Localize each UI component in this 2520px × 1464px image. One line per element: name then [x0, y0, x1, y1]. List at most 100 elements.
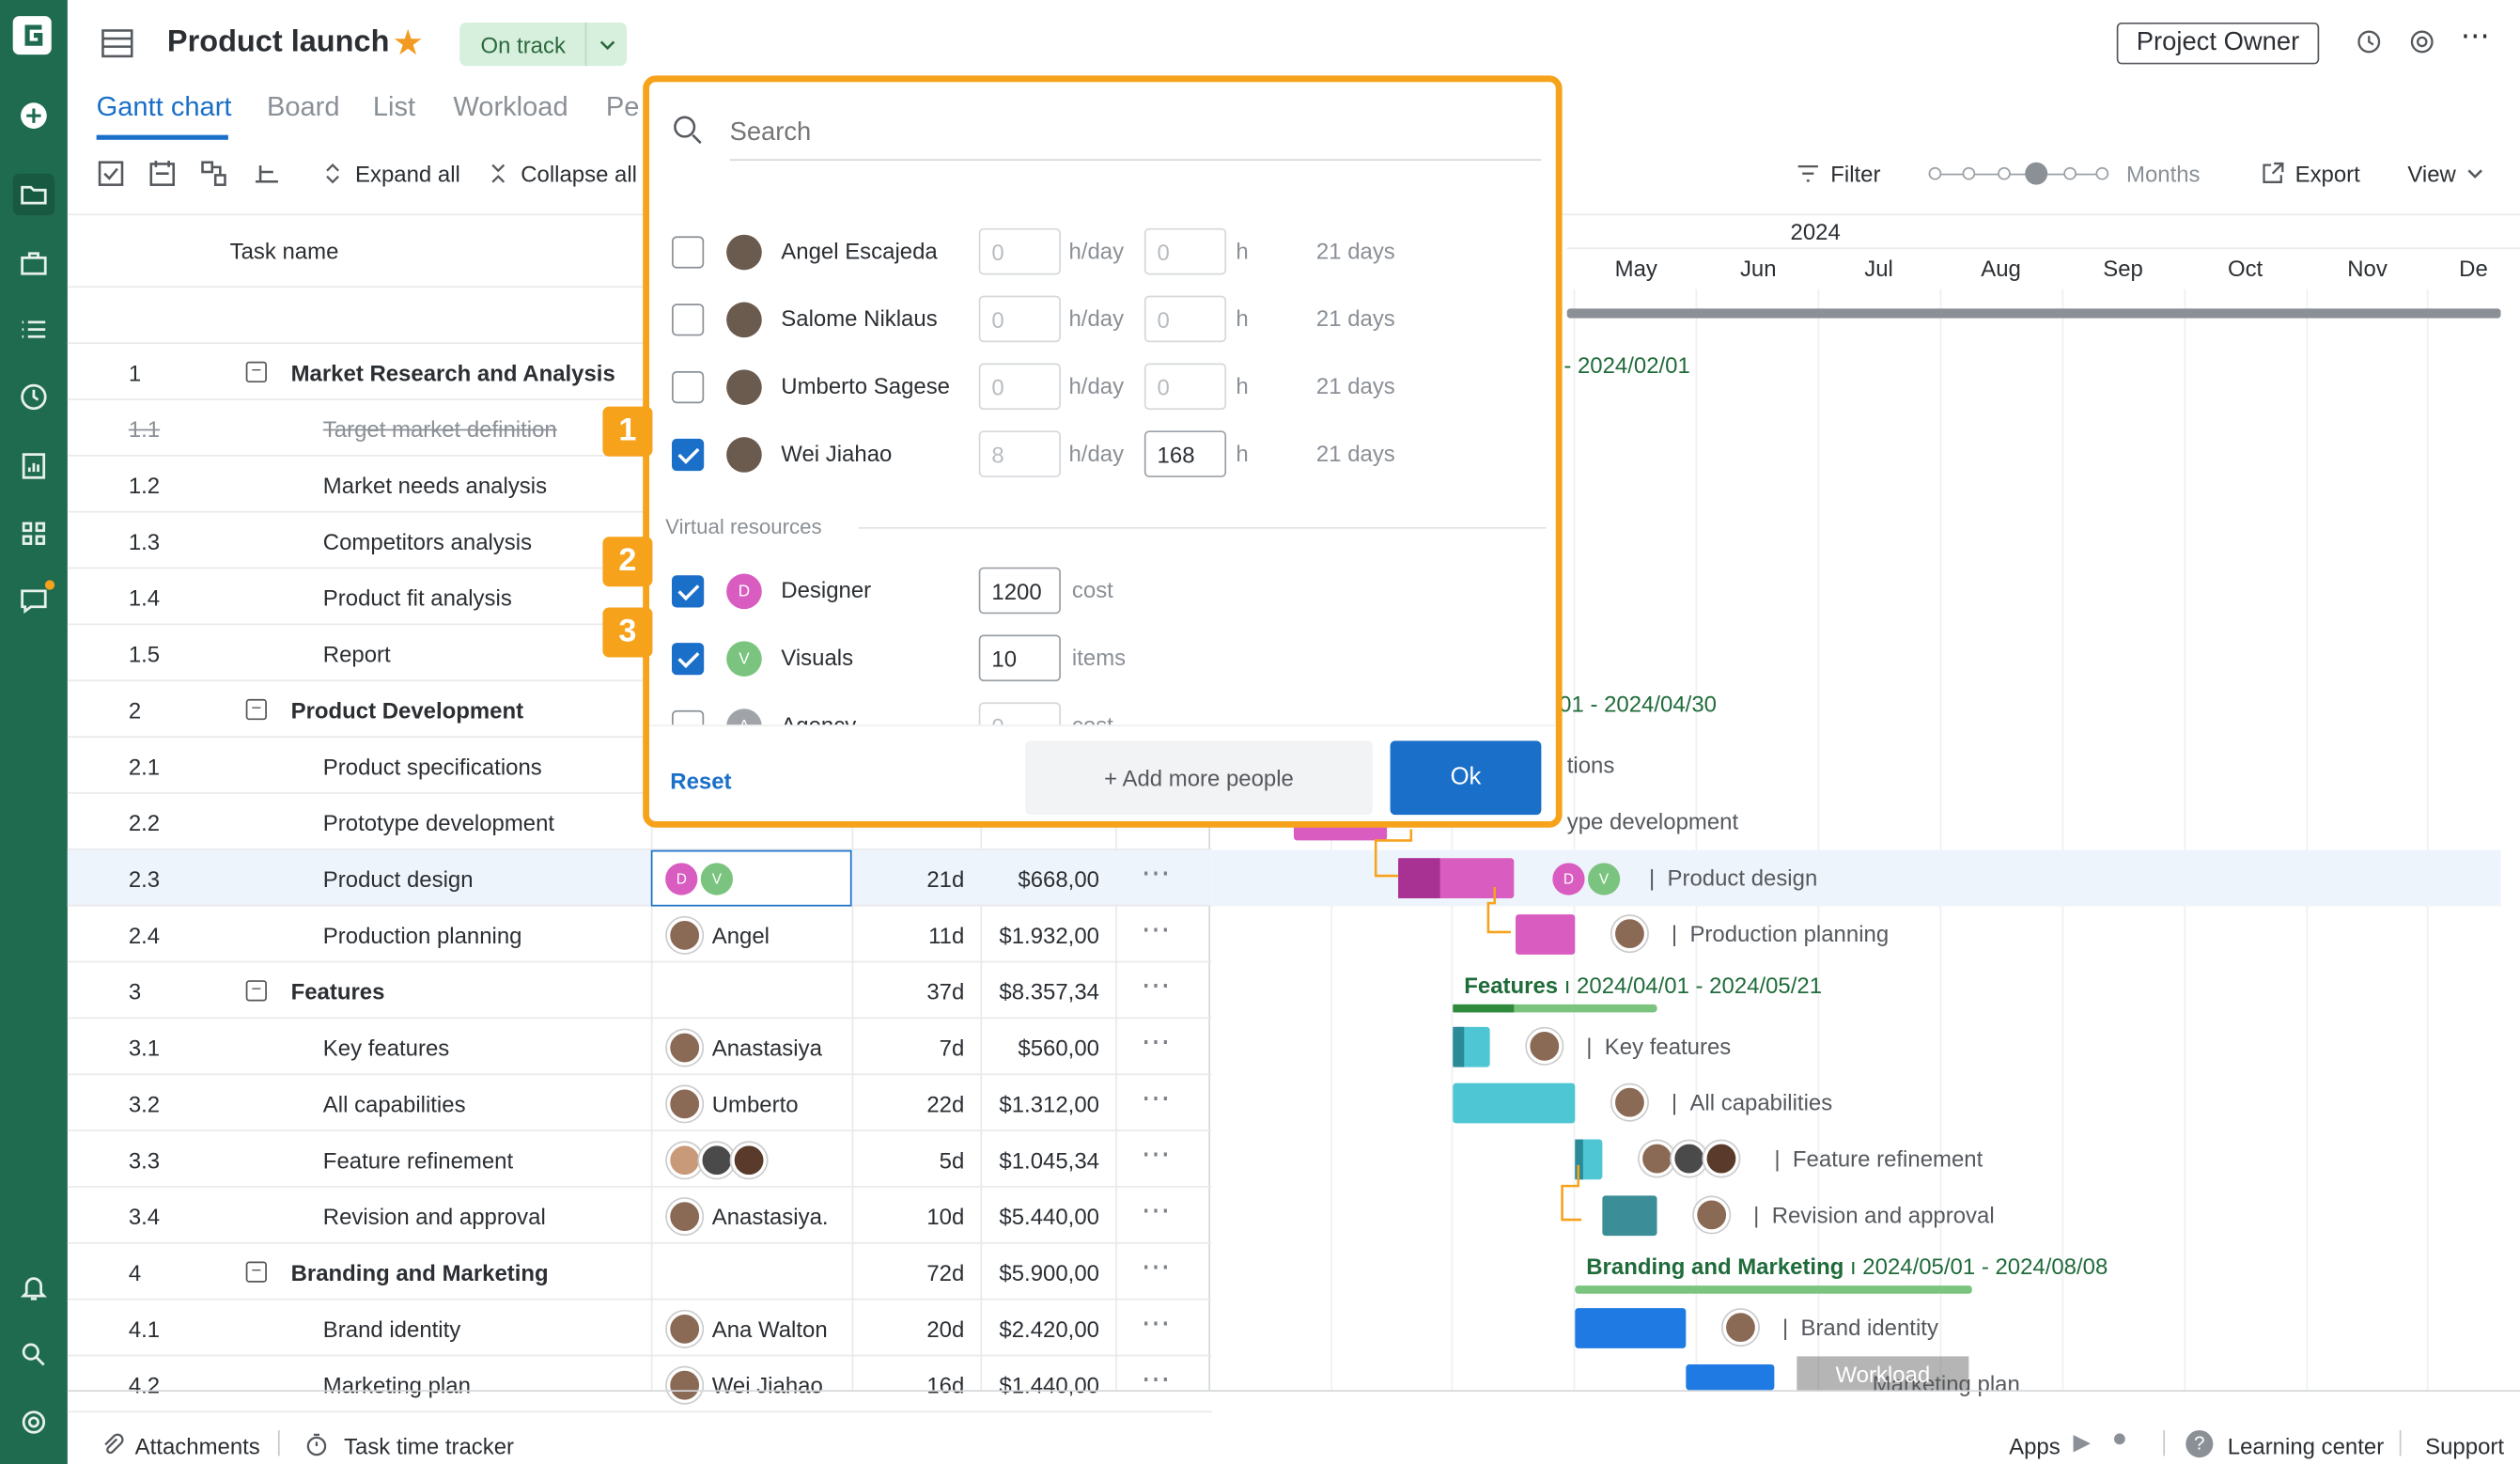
table-row[interactable]: 3.2 All capabilities Umberto 22d $1.312,00 ⋯	[67, 1075, 1212, 1131]
logo-icon[interactable]	[9, 13, 54, 58]
gear-icon[interactable]	[2407, 27, 2436, 64]
person-checkbox[interactable]	[671, 371, 705, 404]
total-hours-input[interactable]: 0	[1143, 295, 1227, 343]
task-name[interactable]: Revision and approval	[323, 1204, 546, 1229]
list-icon[interactable]	[13, 308, 54, 350]
collapse-icon[interactable]: −	[245, 980, 267, 1002]
hours-per-day-input[interactable]: 0	[978, 295, 1061, 343]
row-menu-icon[interactable]: ⋯	[1141, 912, 1171, 946]
assignee[interactable]: Umberto	[666, 1086, 799, 1122]
person-checkbox[interactable]	[671, 304, 705, 336]
ok-button[interactable]: Ok	[1390, 740, 1542, 816]
time-tracker-link[interactable]: Task time tracker	[344, 1433, 514, 1458]
marketing-plan-bar[interactable]	[1686, 1363, 1775, 1391]
tab-people[interactable]: Pe	[606, 91, 640, 123]
chat-icon[interactable]	[13, 580, 55, 621]
zoom-slider[interactable]	[1928, 161, 2109, 190]
portfolio-icon[interactable]	[13, 242, 54, 284]
apps-grid-icon[interactable]	[13, 513, 54, 554]
checkbox-tool-icon[interactable]	[97, 159, 126, 195]
learning-center-link[interactable]: Learning center	[2228, 1433, 2384, 1458]
view-dropdown[interactable]: View	[2407, 161, 2484, 186]
task-name[interactable]: Market Research and Analysis	[291, 360, 615, 385]
assignee[interactable]: Wei Jiahao	[666, 1367, 823, 1404]
person-row[interactable]: Umberto Sagese 0 h/day 0 h 21 days	[665, 355, 1549, 419]
collapse-icon[interactable]: −	[245, 1261, 267, 1283]
tab-gantt-chart[interactable]: Gantt chart	[97, 91, 232, 123]
hours-per-day-input[interactable]: 0	[978, 227, 1061, 275]
table-row[interactable]: 4 − Branding and Marketing 72d $5.900,00 ⋯	[67, 1244, 1212, 1300]
task-name[interactable]: Product Development	[291, 697, 524, 723]
total-hours-input[interactable]: 0	[1143, 363, 1227, 411]
table-row[interactable]: 3 − Features 37d $8.357,34 ⋯	[67, 962, 1212, 1020]
row-menu-icon[interactable]: ⋯	[1141, 857, 1171, 891]
person-checkbox[interactable]	[671, 236, 705, 269]
star-icon[interactable]: ★	[392, 23, 424, 64]
play-store-icon[interactable]: ▶	[2074, 1428, 2091, 1456]
assignee-cell[interactable]: DV	[650, 849, 852, 907]
row-menu-icon[interactable]: ⋯	[1141, 969, 1171, 1003]
table-row[interactable]: 3.1 Key features Anastasiya 7d $560,00 ⋯	[67, 1019, 1212, 1076]
task-name[interactable]: Branding and Marketing	[291, 1260, 549, 1285]
assignee[interactable]: Anastasiya	[666, 1030, 822, 1066]
assignee[interactable]: Ana Walton	[666, 1311, 828, 1347]
apple-icon[interactable]: ●	[2112, 1425, 2128, 1455]
tab-board[interactable]: Board	[267, 91, 340, 123]
task-name[interactable]: Report	[323, 641, 391, 666]
attachments-link[interactable]: Attachments	[135, 1433, 260, 1458]
row-menu-icon[interactable]: ⋯	[1141, 1194, 1171, 1228]
more-menu-icon[interactable]: ⋯	[2461, 20, 2490, 54]
row-menu-icon[interactable]: ⋯	[1141, 1082, 1171, 1115]
table-row[interactable]: 3.4 Revision and approval Anastasiya. 10d $5…	[67, 1188, 1212, 1244]
expand-all-button[interactable]: Expand all	[319, 161, 460, 186]
reports-icon[interactable]	[13, 445, 54, 487]
project-owner-badge[interactable]: Project Owner	[2116, 22, 2320, 65]
collapse-all-button[interactable]: Collapse all	[486, 161, 637, 186]
brand-identity-bar[interactable]	[1575, 1308, 1687, 1348]
bell-icon[interactable]	[13, 1267, 54, 1308]
task-name[interactable]: Market needs analysis	[323, 473, 547, 498]
resource-value-input[interactable]: 10	[978, 634, 1061, 682]
assignee[interactable]: Anastasiya.	[666, 1198, 829, 1235]
table-row[interactable]: 4.2 Marketing plan Wei Jiahao 16d $1.440,00 ⋯	[67, 1356, 1212, 1413]
export-button[interactable]: Export	[2260, 161, 2360, 186]
history-icon[interactable]	[2355, 27, 2384, 64]
resource-checkbox[interactable]	[671, 575, 705, 608]
person-checkbox[interactable]	[671, 438, 705, 472]
collapse-icon[interactable]: −	[245, 698, 267, 721]
revision-bar[interactable]	[1602, 1195, 1657, 1237]
row-menu-icon[interactable]: ⋯	[1141, 1138, 1171, 1172]
resource-value-input[interactable]: 1200	[978, 567, 1061, 615]
apps-link[interactable]: Apps	[2009, 1433, 2061, 1458]
hours-per-day-input[interactable]: 8	[978, 430, 1061, 477]
virtual-resource-row[interactable]: V Visuals 10 items	[665, 627, 1549, 691]
total-hours-input[interactable]: 0	[1143, 227, 1227, 275]
calendar-tool-icon[interactable]	[148, 159, 177, 195]
assignee[interactable]	[666, 1142, 767, 1178]
row-menu-icon[interactable]: ⋯	[1141, 1025, 1171, 1059]
row-menu-icon[interactable]: ⋯	[1141, 1251, 1171, 1285]
task-name[interactable]: Target market definition	[323, 416, 557, 442]
support-link[interactable]: Support	[2425, 1433, 2504, 1458]
task-name[interactable]: Product fit analysis	[323, 585, 512, 611]
add-more-people-button[interactable]: + Add more people	[1025, 740, 1373, 816]
task-name[interactable]: Competitors analysis	[323, 529, 532, 554]
workload-tag[interactable]: Workload	[1797, 1356, 1969, 1393]
virtual-resource-row[interactable]: D Designer 1200 cost	[665, 559, 1549, 623]
total-hours-input[interactable]: 168	[1143, 430, 1227, 477]
table-row[interactable]: 3.3 Feature refinement 5d $1.045,34 ⋯	[67, 1131, 1212, 1188]
baseline-tool-icon[interactable]	[253, 159, 282, 195]
task-name[interactable]: Prototype development	[323, 810, 554, 835]
table-row[interactable]: 2.3 Product design D V 21d $668,00 ⋯	[67, 849, 1212, 907]
task-name[interactable]: Brand identity	[323, 1316, 460, 1342]
task-name[interactable]: Production planning	[323, 923, 522, 948]
table-row[interactable]: 2.4 Production planning Angel 11d $1.932,00 ⋯	[67, 907, 1212, 963]
search-icon[interactable]	[13, 1333, 54, 1375]
task-name[interactable]: All capabilities	[323, 1091, 466, 1116]
status-dropdown[interactable]: On track	[459, 22, 628, 67]
row-menu-icon[interactable]: ⋯	[1141, 1306, 1171, 1340]
tab-workload[interactable]: Workload	[453, 91, 568, 123]
search-input[interactable]	[729, 107, 1542, 162]
task-name[interactable]: Product specifications	[323, 754, 542, 779]
dependency-tool-icon[interactable]	[199, 159, 228, 195]
